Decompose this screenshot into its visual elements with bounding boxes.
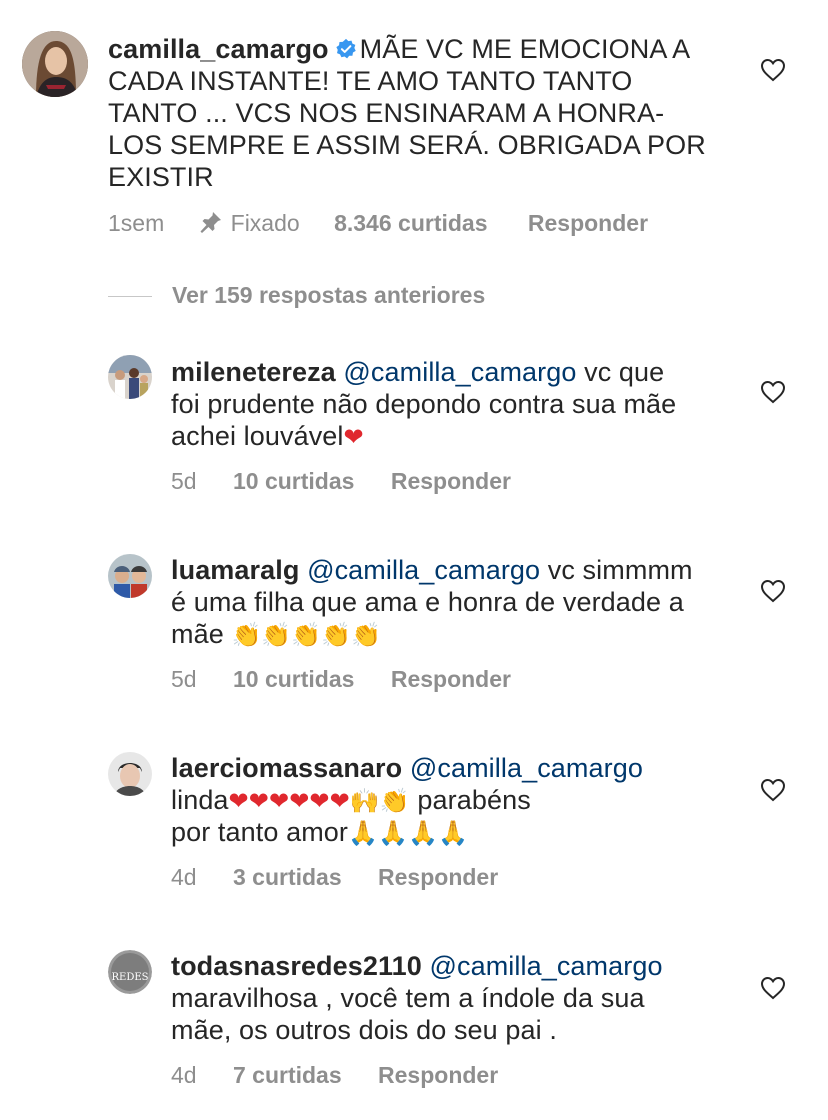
- reply-button[interactable]: Responder: [391, 666, 511, 693]
- reply-meta: 4d 7 curtidas Responder: [171, 1062, 498, 1089]
- clapping-hands-emoji: 👏: [291, 622, 322, 649]
- reply-line-2: maravilhosa , você tem a índole da sua: [171, 983, 645, 1013]
- comment-meta: 1sem Fixado 8.346 curtidas Responder: [108, 210, 648, 237]
- folded-hands-emoji: 🙏: [437, 820, 468, 847]
- reply-text: milenetereza @camilla_camargo vc que foi…: [171, 356, 731, 452]
- reply-line-2: é uma filha que ama e honra de verdade a: [171, 587, 684, 617]
- folded-hands-emoji: 🙏: [348, 820, 378, 847]
- pinned-label: Fixado: [230, 210, 300, 236]
- reply-time: 4d: [171, 1062, 197, 1088]
- reply-text: todasnasredes2110 @camilla_camargo marav…: [171, 950, 751, 1046]
- comment-line-4: LOS SEMPRE E ASSIM SERÁ. OBRIGADA POR: [108, 130, 706, 160]
- reply-item: laerciomassanaro @camilla_camargo linda❤…: [0, 738, 828, 908]
- reply-line-2-after: parabéns: [409, 785, 531, 815]
- verified-badge-icon: [336, 38, 356, 59]
- reply-text: laerciomassanaro @camilla_camargo linda❤…: [171, 752, 751, 848]
- likes-count[interactable]: 8.346 curtidas: [334, 210, 487, 237]
- folded-hands-emoji: 🙏: [377, 820, 408, 847]
- clapping-hands-emoji: 👏: [261, 622, 292, 649]
- likes-count[interactable]: 3 curtidas: [233, 864, 342, 891]
- avatar[interactable]: [108, 752, 152, 796]
- reply-line-3: por tanto amor: [171, 817, 348, 847]
- folded-hands-emoji: 🙏: [407, 820, 438, 847]
- reply-button[interactable]: Responder: [378, 1062, 498, 1089]
- reply-time: 5d: [171, 468, 197, 494]
- clapping-hands-emoji: 👏: [379, 788, 410, 815]
- avatar[interactable]: [22, 31, 88, 97]
- reply-line-1: vc simmmm: [540, 555, 693, 585]
- red-heart-emoji: ❤: [329, 788, 350, 815]
- mention-link[interactable]: @camilla_camargo: [410, 753, 643, 783]
- heart-outline-icon[interactable]: [760, 58, 786, 82]
- reply-button[interactable]: Responder: [391, 468, 511, 495]
- clapping-hands-emoji: 👏: [351, 622, 382, 649]
- heart-outline-icon[interactable]: [760, 778, 786, 802]
- comment-line-2: CADA INSTANTE! TE AMO TANTO TANTO: [108, 66, 633, 96]
- reply-username[interactable]: laerciomassanaro: [171, 753, 402, 783]
- comment-time: 1sem: [108, 210, 165, 236]
- comment-username[interactable]: camilla_camargo: [108, 34, 329, 64]
- red-heart-emoji: ❤: [289, 788, 310, 815]
- clapping-hands-emoji: 👏: [231, 622, 262, 649]
- comment-line-1: MÃE VC ME EMOCIONA A: [359, 34, 691, 64]
- reply-line-2: foi prudente não depondo contra sua mãe: [171, 389, 677, 419]
- main-comment: camilla_camargo MÃE VC ME EMOCIONA A CADA…: [0, 0, 828, 260]
- red-heart-emoji: ❤: [228, 788, 249, 815]
- heart-outline-icon[interactable]: [760, 579, 786, 603]
- avatar[interactable]: [108, 554, 152, 598]
- reply-item: luamaralg @camilla_camargo vc simmmm é u…: [0, 538, 828, 708]
- reply-meta: 5d 10 curtidas Responder: [171, 666, 511, 693]
- reply-line-3: mãe, os outros dois do seu pai .: [171, 1015, 557, 1045]
- red-heart-emoji: ❤: [309, 788, 330, 815]
- reply-line-3: mãe: [171, 619, 224, 649]
- reply-line-2: linda: [171, 785, 229, 815]
- reply-username[interactable]: todasnasredes2110: [171, 951, 422, 981]
- heart-outline-icon[interactable]: [760, 976, 786, 1000]
- avatar[interactable]: REDES: [108, 950, 152, 994]
- reply-username[interactable]: milenetereza: [171, 357, 336, 387]
- red-heart-emoji: ❤: [343, 424, 364, 451]
- pin-icon: [200, 212, 221, 233]
- reply-button[interactable]: Responder: [378, 864, 498, 891]
- reply-time: 5d: [171, 666, 197, 692]
- view-more-replies[interactable]: Ver 159 respostas anteriores: [108, 282, 485, 309]
- mention-link[interactable]: @camilla_camargo: [429, 951, 662, 981]
- pinned-indicator: Fixado: [199, 210, 300, 237]
- likes-count[interactable]: 7 curtidas: [233, 1062, 342, 1089]
- reply-line-1: vc que: [576, 357, 665, 387]
- reply-line-3: achei louvável: [171, 421, 344, 451]
- reply-item: milenetereza @camilla_camargo vc que foi…: [0, 340, 828, 510]
- mention-link[interactable]: @camilla_camargo: [307, 555, 540, 585]
- mention-link[interactable]: @camilla_camargo: [343, 357, 576, 387]
- reply-time: 4d: [171, 864, 197, 890]
- divider-line: [108, 296, 152, 298]
- likes-count[interactable]: 10 curtidas: [233, 666, 354, 693]
- comment-line-3: TANTO ... VCS NOS ENSINARAM A HONRA-: [108, 98, 665, 128]
- comment-text: camilla_camargo MÃE VC ME EMOCIONA A CADA…: [108, 33, 728, 193]
- reply-meta: 4d 3 curtidas Responder: [171, 864, 498, 891]
- clapping-hands-emoji: 👏: [321, 622, 352, 649]
- avatar-logo-text: REDES: [112, 972, 149, 983]
- reply-text: luamaralg @camilla_camargo vc simmmm é u…: [171, 554, 751, 650]
- reply-item: REDES todasnasredes2110 @camilla_camargo…: [0, 936, 828, 1106]
- comment-line-5: EXISTIR: [108, 162, 214, 192]
- reply-button[interactable]: Responder: [528, 210, 648, 237]
- heart-outline-icon[interactable]: [760, 380, 786, 404]
- red-heart-emoji: ❤: [268, 788, 290, 815]
- likes-count[interactable]: 10 curtidas: [233, 468, 354, 495]
- red-heart-emoji: ❤: [248, 788, 269, 815]
- reply-meta: 5d 10 curtidas Responder: [171, 468, 511, 495]
- reply-username[interactable]: luamaralg: [171, 555, 299, 585]
- raising-hands-emoji: 🙌: [349, 788, 380, 815]
- avatar[interactable]: [108, 355, 152, 399]
- view-replies-label: Ver 159 respostas anteriores: [172, 282, 486, 308]
